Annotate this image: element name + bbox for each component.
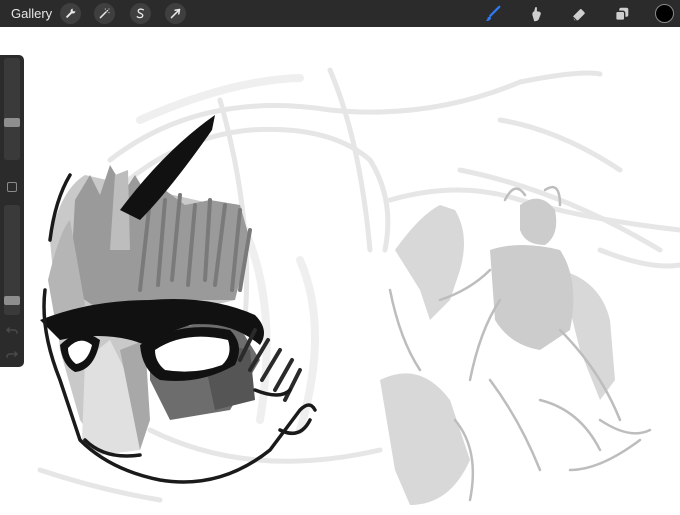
top-toolbar: Gallery	[0, 0, 680, 27]
brush-icon	[485, 5, 501, 21]
brush-size-slider-thumb[interactable]	[4, 118, 20, 127]
eraser-icon	[572, 9, 585, 21]
color-picker-button[interactable]	[655, 4, 674, 23]
brush-button[interactable]	[482, 3, 504, 25]
selection-s-icon	[136, 8, 144, 19]
wrench-icon	[66, 8, 76, 18]
redo-icon[interactable]	[5, 347, 19, 361]
actions-button[interactable]	[60, 3, 81, 24]
opacity-slider[interactable]	[4, 205, 20, 315]
modify-button[interactable]	[7, 182, 17, 192]
arrow-cursor-icon	[170, 8, 181, 19]
opacity-slider-thumb[interactable]	[4, 296, 20, 305]
sketch-artwork	[37, 67, 680, 505]
layers-button[interactable]	[611, 3, 633, 25]
gallery-button[interactable]: Gallery	[11, 6, 52, 21]
brush-size-slider[interactable]	[4, 58, 20, 160]
magic-wand-icon	[99, 8, 110, 19]
smudge-button[interactable]	[525, 3, 547, 25]
sidebar	[0, 55, 24, 367]
selection-button[interactable]	[130, 3, 151, 24]
smudge-finger-icon	[532, 7, 541, 22]
layers-icon	[615, 7, 629, 21]
transform-button[interactable]	[165, 3, 186, 24]
eraser-button[interactable]	[568, 3, 590, 25]
adjustments-button[interactable]	[94, 3, 115, 24]
drawing-canvas[interactable]	[0, 27, 680, 510]
undo-icon[interactable]	[5, 323, 19, 337]
